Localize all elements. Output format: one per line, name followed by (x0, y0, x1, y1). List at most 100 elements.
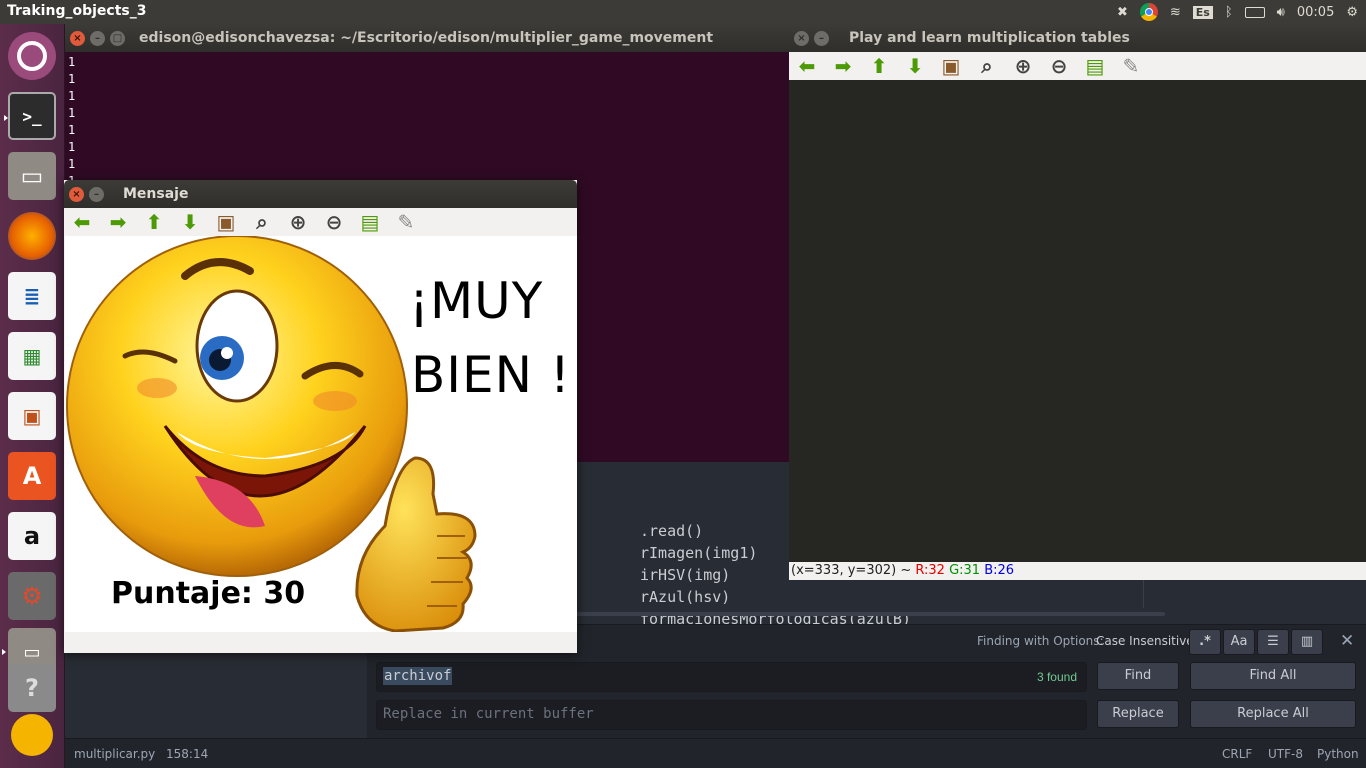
zoom-fit-icon[interactable]: ⌕ (969, 52, 1005, 80)
zoom-out-icon[interactable]: ⊖ (316, 208, 352, 236)
message-titlebar: × – Mensaje (64, 180, 577, 208)
opencv-window-title: Play and learn multiplication tables (849, 30, 1130, 46)
status-bar: multiplicar.py 158:14 CRLF UTF-8 Python (65, 738, 1366, 768)
minimize-icon[interactable]: – (89, 186, 104, 202)
pixel-status: (x=333, y=302) ~ R:32 G:31 B:26 (789, 562, 1366, 580)
keyboard-layout-indicator[interactable]: Es (1192, 5, 1213, 19)
chrome-icon[interactable] (1139, 3, 1158, 21)
software-center-icon[interactable]: A (8, 452, 56, 500)
editor-gutter-divider (1143, 578, 1144, 608)
arrow-right-icon[interactable]: ➡ (100, 208, 136, 236)
status-line-ending[interactable]: CRLF (1222, 747, 1252, 761)
zoom-in-icon[interactable]: ⊕ (1005, 52, 1041, 80)
praise-line-1: ¡MUY (409, 272, 544, 330)
arrow-down-icon[interactable]: ⬇ (172, 208, 208, 236)
found-count: 3 found (1036, 670, 1077, 684)
opencv-window: × – Play and learn multiplication tables… (789, 24, 1366, 580)
status-encoding[interactable]: UTF-8 (1268, 747, 1303, 761)
camera-canvas[interactable] (789, 80, 1366, 562)
top-panel: Traking_objects_3 ✖ ≋ Es ᛒ 🔊︎ 00:05 ⚙ (0, 0, 1366, 24)
brush-icon[interactable]: ✎ (388, 208, 424, 236)
chrome-launcher-icon[interactable] (11, 714, 53, 756)
save-icon[interactable]: ▤ (1077, 52, 1113, 80)
find-all-button[interactable]: Find All (1190, 662, 1356, 690)
calc-icon[interactable]: ▦ (8, 332, 56, 380)
terminal-line: 1 (68, 106, 76, 120)
terminal-line: 1 (68, 72, 76, 86)
pixel-red: R:32 (915, 563, 945, 578)
files-icon[interactable]: ▭ (8, 152, 56, 200)
save-icon[interactable]: ▤ (352, 208, 388, 236)
impress-icon[interactable]: ▣ (8, 392, 56, 440)
whole-word-toggle[interactable]: ▥ (1291, 629, 1323, 655)
close-icon[interactable]: × (70, 30, 85, 46)
zoom-in-icon[interactable]: ⊕ (280, 208, 316, 236)
in-selection-toggle[interactable]: ☰ (1257, 629, 1289, 655)
image-icon[interactable]: ▣ (933, 52, 969, 80)
dropbox-icon[interactable]: ✖ (1117, 5, 1128, 20)
clock[interactable]: 00:05 (1297, 5, 1334, 20)
launcher: >_ ▭ ≣ ▦ ▣ A a ⚙ ▭ ? (0, 24, 65, 768)
case-sensitive-toggle[interactable]: Aa (1223, 629, 1255, 655)
replace-all-button[interactable]: Replace All (1190, 700, 1356, 728)
writer-icon[interactable]: ≣ (8, 272, 56, 320)
maximize-icon[interactable]: □ (110, 30, 125, 46)
terminal-line: 1 (68, 140, 76, 154)
close-icon[interactable]: × (69, 186, 84, 202)
minimize-icon[interactable]: – (90, 30, 105, 46)
find-input[interactable]: archivof 3 found (376, 662, 1087, 692)
terminal-title: edison@edisonchavezsa: ~/Escritorio/edis… (139, 30, 714, 46)
find-input-value: archivof (383, 667, 453, 685)
opencv-titlebar: × – Play and learn multiplication tables (789, 24, 1366, 52)
terminal-line: 1 (68, 55, 76, 69)
status-cursor-position[interactable]: 158:14 (166, 747, 208, 761)
arrow-up-icon[interactable]: ⬆ (136, 208, 172, 236)
regex-toggle[interactable]: .* (1189, 629, 1221, 655)
bluetooth-icon[interactable]: ᛒ (1225, 5, 1233, 20)
find-button[interactable]: Find (1097, 662, 1179, 690)
replace-input[interactable]: Replace in current buffer (376, 700, 1087, 730)
zoom-fit-icon[interactable]: ⌕ (244, 208, 280, 236)
close-icon[interactable]: × (794, 30, 809, 46)
system-tray: ✖ ≋ Es ᛒ 🔊︎ 00:05 ⚙ (1117, 0, 1358, 24)
amazon-icon[interactable]: a (8, 512, 56, 560)
arrow-left-icon[interactable]: ⬅ (789, 52, 825, 80)
arrow-down-icon[interactable]: ⬇ (897, 52, 933, 80)
find-options-label: Finding with Options: (977, 634, 1104, 648)
help-icon[interactable]: ? (8, 664, 56, 712)
pixel-green: G:31 (949, 563, 981, 578)
wifi-icon[interactable]: ≋ (1170, 5, 1181, 20)
arrow-left-icon[interactable]: ⬅ (64, 208, 100, 236)
close-icon[interactable]: ✕ (1340, 631, 1354, 651)
terminal-output[interactable]: 1 1 1 1 1 1 1 1 (65, 52, 789, 192)
terminal-line: 1 (68, 123, 76, 137)
brush-icon[interactable]: ✎ (1113, 52, 1149, 80)
horizontal-scrollbar[interactable] (565, 612, 1165, 616)
message-window: × – Mensaje ⬅ ➡ ⬆ ⬇ ▣ ⌕ ⊕ ⊖ ▤ ✎ ¡MUY BIE… (64, 180, 577, 653)
arrow-up-icon[interactable]: ⬆ (861, 52, 897, 80)
volume-icon[interactable]: 🔊︎ (1277, 5, 1285, 20)
gear-icon[interactable]: ⚙ (1346, 5, 1358, 20)
system-settings-icon[interactable]: ⚙ (8, 572, 56, 620)
terminal-line: 1 (68, 89, 76, 103)
zoom-out-icon[interactable]: ⊖ (1041, 52, 1077, 80)
find-options-value: Case Insensitive (1096, 634, 1194, 648)
terminal-line: 1 (68, 157, 76, 171)
status-file-name[interactable]: multiplicar.py (74, 747, 155, 761)
ubuntu-dash-icon[interactable] (8, 32, 56, 80)
terminal-icon[interactable]: >_ (4, 92, 56, 140)
firefox-icon[interactable] (8, 212, 56, 260)
battery-icon[interactable] (1244, 6, 1265, 18)
score-label: Puntaje: 30 (111, 576, 306, 611)
message-toolbar: ⬅ ➡ ⬆ ⬇ ▣ ⌕ ⊕ ⊖ ▤ ✎ (64, 208, 577, 236)
replace-button[interactable]: Replace (1097, 700, 1179, 728)
code-line: rAzul(hsv) (640, 588, 731, 606)
praise-line-2: BIEN ! (411, 346, 571, 404)
pixel-coords: (x=333, y=302) ~ (791, 563, 912, 578)
arrow-right-icon[interactable]: ➡ (825, 52, 861, 80)
active-app-title: Traking_objects_3 (7, 3, 147, 19)
opencv-toolbar: ⬅ ➡ ⬆ ⬇ ▣ ⌕ ⊕ ⊖ ▤ ✎ (789, 52, 1366, 80)
status-grammar[interactable]: Python (1317, 747, 1359, 761)
minimize-icon[interactable]: – (814, 30, 829, 46)
image-icon[interactable]: ▣ (208, 208, 244, 236)
